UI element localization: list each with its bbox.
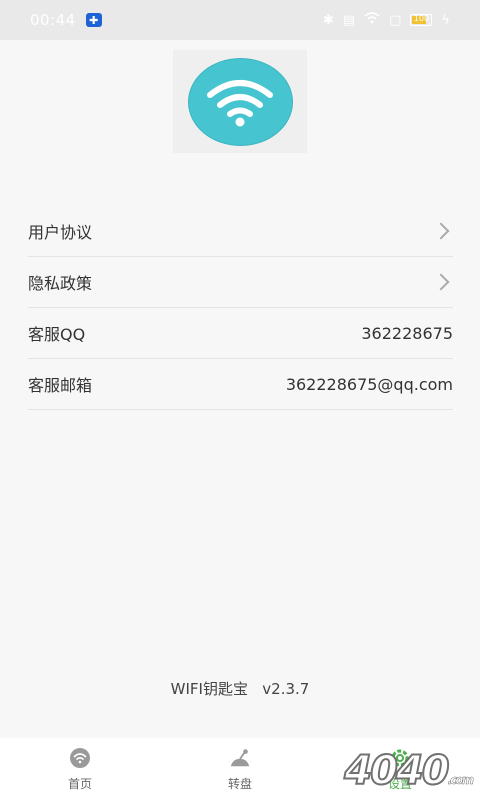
user-agreement-row[interactable]: 用户协议 bbox=[28, 206, 453, 257]
nav-wheel-label: 转盘 bbox=[227, 776, 252, 791]
wifi-icon bbox=[69, 747, 91, 769]
battery-icon: 100 bbox=[410, 14, 433, 26]
watermark-text: 4040 bbox=[343, 747, 450, 795]
status-bar-right: ✱ ▤ ▢ 100 ϟ bbox=[323, 12, 450, 28]
signal-icon: ▤ bbox=[342, 12, 356, 28]
service-email-value: 362228675@qq.com bbox=[285, 374, 453, 394]
service-email-label: 客服邮箱 bbox=[28, 376, 93, 395]
privacy-policy-row[interactable]: 隐私政策 bbox=[28, 257, 453, 308]
nav-home-label: 首页 bbox=[67, 776, 92, 791]
site-watermark: 4040.com bbox=[343, 747, 474, 795]
charging-icon: ϟ bbox=[441, 12, 450, 28]
wifi-status-icon bbox=[364, 12, 380, 28]
app-version: WIFI钥匙宝 v2.3.7 bbox=[170, 680, 310, 698]
status-time: 00:44 bbox=[30, 11, 76, 29]
nav-home[interactable]: 首页 bbox=[0, 747, 160, 792]
chevron-right-icon bbox=[432, 222, 450, 240]
screen-record-icon: ▢ bbox=[389, 12, 402, 28]
app-logo bbox=[173, 50, 307, 153]
service-qq-row[interactable]: 客服QQ 362228675 bbox=[28, 308, 453, 359]
service-email-row[interactable]: 客服邮箱 362228675@qq.com bbox=[28, 359, 453, 410]
wheel-icon bbox=[229, 747, 251, 769]
user-agreement-label: 用户协议 bbox=[28, 223, 93, 242]
status-bar-left: 00:44 ✚ bbox=[30, 11, 102, 29]
service-qq-value: 362228675 bbox=[361, 323, 453, 343]
settings-list: 用户协议 隐私政策 客服QQ 362228675 客服邮箱 362228675@… bbox=[28, 206, 453, 410]
nav-wheel[interactable]: 转盘 bbox=[160, 747, 320, 792]
status-bar: 00:44 ✚ ✱ ▤ ▢ 100 ϟ bbox=[0, 0, 480, 40]
watermark-suffix: .com bbox=[447, 773, 474, 788]
service-qq-label: 客服QQ bbox=[28, 325, 86, 344]
app-notification-icon: ✚ bbox=[85, 13, 102, 27]
bluetooth-icon: ✱ bbox=[322, 12, 334, 28]
wifi-logo-icon bbox=[187, 57, 293, 146]
privacy-policy-label: 隐私政策 bbox=[28, 274, 93, 293]
battery-level: 100 bbox=[413, 14, 430, 23]
chevron-right-icon bbox=[432, 273, 450, 291]
